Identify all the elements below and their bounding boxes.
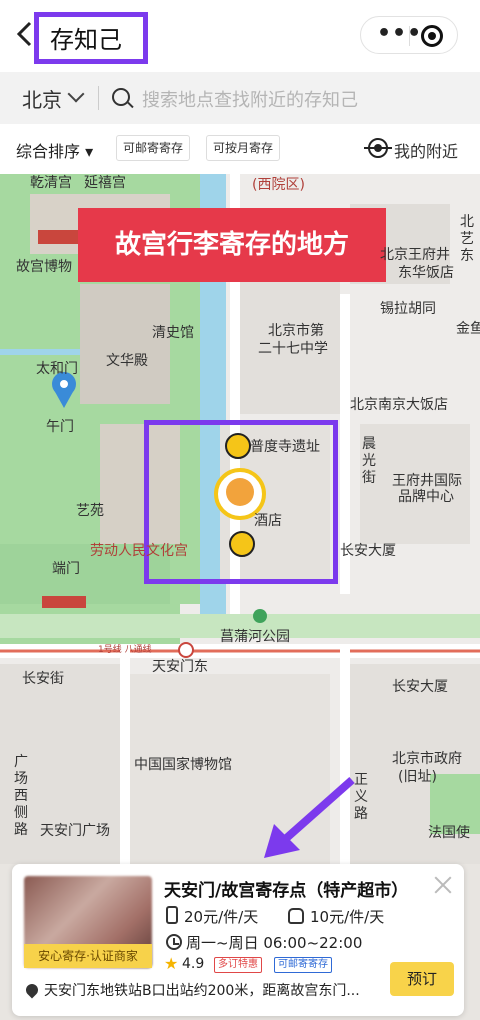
search-bar: 北京 搜索地点查找附近的存知己 [0,72,480,124]
target-icon[interactable] [421,25,443,47]
more-dots-icon[interactable]: ••• [377,23,422,45]
search-divider [98,86,99,110]
map-label: 文华殿 [106,353,148,369]
discount-badge: 多订特惠 [214,957,262,973]
map-label: 1号线 八通线 [98,645,152,655]
search-icon [112,88,130,106]
map-label: 太和门 [36,361,78,377]
map-label: 品牌中心 [398,489,454,505]
book-button[interactable]: 预订 [390,962,454,996]
map-label: 长安大厦 [340,543,396,559]
map-label: 长安街 [22,671,64,687]
opening-hours: 周一~周日 06:00~22:00 [186,934,363,952]
nearby-button[interactable]: 我的附近 [394,138,458,162]
filter-chip-mail[interactable]: 可邮寄寄存 [116,135,191,161]
map-label: 中国国家博物馆 [134,757,232,773]
map-label: 北京南京大饭店 [350,397,448,413]
store-address: 天安门东地铁站B口出站约200米，距离故宫东门... [44,983,360,999]
map-label: 天安门广场 [40,823,110,839]
map-label: 广场西侧路 [14,754,28,838]
map-label: 北京王府井 [380,247,450,263]
map-label: 二十七中学 [258,341,328,357]
city-selector[interactable]: 北京 [22,84,62,113]
map-label: 正义路 [354,772,368,822]
map-label: 锡拉胡同 [380,301,436,317]
clock-icon [166,934,182,950]
map-label: 北京市第 [268,323,324,339]
locate-icon[interactable] [364,138,392,158]
map-label: 晨光街 [362,436,376,486]
map-label: 清史馆 [152,325,194,341]
map-label: 菖蒲河公园 [220,629,290,645]
certified-tag: 安心寄存·认证商家 [24,944,152,968]
search-input[interactable]: 搜索地点查找附近的存知己 [142,86,358,112]
annotation-banner: 故宫行李寄存的地方 [78,208,386,282]
map-label: 端门 [52,561,80,577]
map-label: 普度寺遗址 [250,439,320,455]
map-label: 天安门东 [152,659,208,675]
map-label: 延禧宫 [84,175,126,191]
bag-price: 10元/件/天 [310,908,385,926]
map-label: 北艺东 [460,214,474,264]
luggage-price: 20元/件/天 [184,908,259,926]
map-label: 故宫博物 [16,259,72,275]
mini-program-capsule: ••• [360,16,458,54]
store-rating: 4.9 [182,956,205,972]
map-label: 乾清宫 [30,175,72,191]
back-icon[interactable] [14,20,36,48]
map-label: 东华饭店 [398,265,454,281]
page-title: 存知己 [50,26,122,54]
luggage-icon [166,906,178,924]
map-label: 午门 [46,419,74,435]
filter-chip-monthly[interactable]: 可按月寄存 [206,135,281,161]
star-icon: ★ [164,954,179,973]
close-icon[interactable] [434,876,452,894]
map-label: (旧址) [398,769,437,785]
map-label: 北京市政府 [392,751,462,767]
capsule-divider [409,26,410,46]
map-label: 劳动人民文化宫 [90,543,188,559]
chevron-down-icon[interactable] [67,85,85,103]
map-label: 艺苑 [76,503,104,519]
map-label: (西院区) [252,177,305,193]
mail-badge: 可邮寄寄存 [274,957,332,973]
location-pin-icon [23,981,41,999]
map-label: 金鱼 [456,321,480,337]
store-card[interactable]: 安心寄存·认证商家 天安门/故宫寄存点（特产超市） 20元/件/天 10元/件/… [12,864,464,1016]
store-name[interactable]: 天安门/故宫寄存点（特产超市） [164,876,408,901]
filter-bar: 综合排序 ▾ 可邮寄寄存 可按月寄存 我的附近 [0,124,480,174]
nav-header: 存知己 ••• [0,0,480,70]
map-view[interactable]: 故宫行李寄存的地方 (西院区) 乾清宫 延禧宫 故宫博物 北京王府井 东华饭店 … [0,174,480,1020]
map-label: 长安大厦 [392,679,448,695]
map-label: 酒店 [254,513,282,529]
bag-icon [288,908,304,924]
sort-dropdown[interactable]: 综合排序 ▾ [16,138,93,162]
map-label: 法国使 [428,825,470,841]
